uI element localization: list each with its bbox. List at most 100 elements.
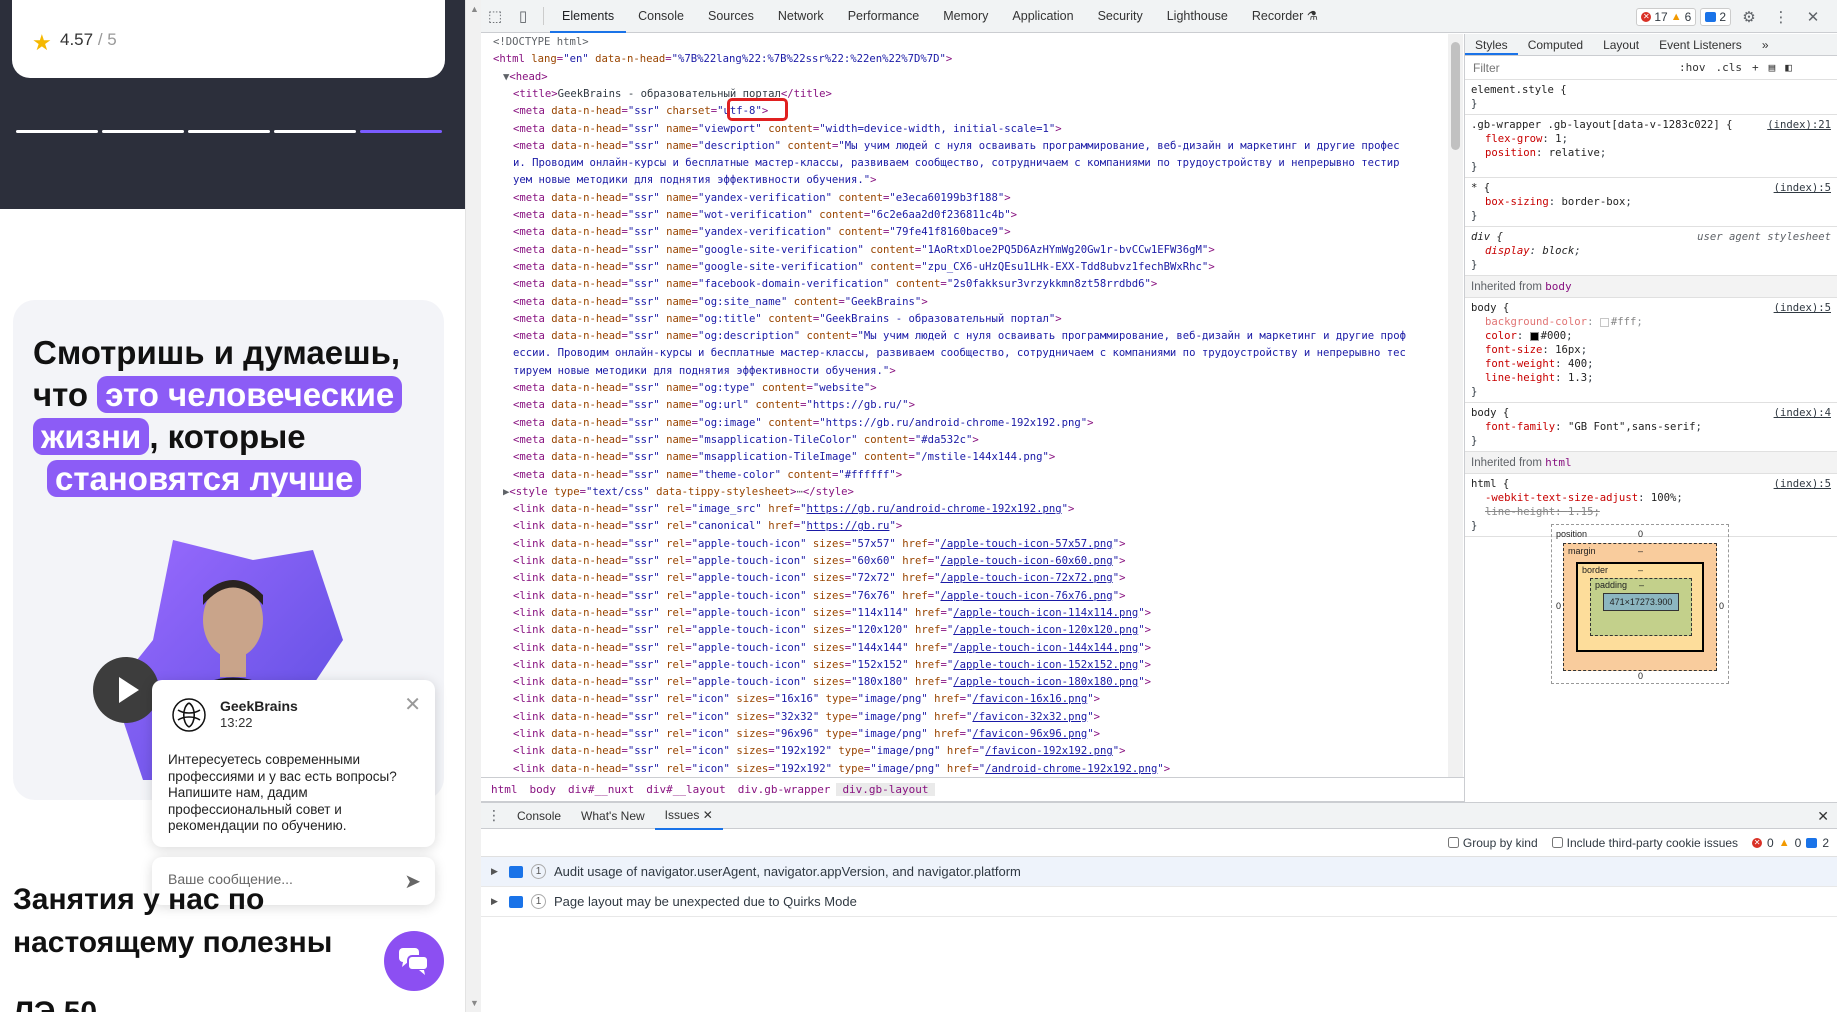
elements-scrollbar[interactable]	[1448, 34, 1463, 777]
dom-node-line[interactable]: <link data-n-head="ssr" rel="apple-touch…	[513, 674, 1151, 691]
box-model-border[interactable]: border – padding – 471×17273.900	[1576, 562, 1704, 652]
breadcrumb-item[interactable]: div#__layout	[640, 783, 731, 796]
dom-node-line[interactable]: ▼<head>	[503, 69, 548, 86]
device-toolbar-icon[interactable]: ▯	[509, 0, 537, 33]
slider-progress-segment[interactable]	[188, 130, 270, 133]
scroll-down-arrow-icon[interactable]: ▼	[470, 998, 479, 1008]
scroll-thumb[interactable]	[1451, 42, 1460, 150]
dom-node-line[interactable]: уем новые методики для поднятия эффектив…	[513, 172, 877, 189]
css-property[interactable]: background-color: #fff;	[1471, 315, 1831, 329]
dom-node-line[interactable]: тируем новые методики для поднятия эффек…	[513, 363, 896, 380]
dom-node-line[interactable]: <meta data-n-head="ssr" name="google-sit…	[513, 259, 1215, 276]
dom-node-line[interactable]: <link data-n-head="ssr" rel="apple-touch…	[513, 588, 1125, 605]
css-property[interactable]: font-weight: 400;	[1471, 357, 1831, 371]
tab-recorder[interactable]: Recorder ⚗	[1240, 0, 1330, 33]
styles-filter-input[interactable]	[1469, 60, 1669, 75]
tab-application[interactable]: Application	[1000, 0, 1085, 33]
sidebar-toggle-icon[interactable]: ◧	[1785, 61, 1792, 74]
computed-styles-icon[interactable]: ▤	[1769, 61, 1776, 74]
inherited-element[interactable]: html	[1545, 456, 1572, 469]
dom-node-line[interactable]: <link data-n-head="ssr" rel="icon" sizes…	[513, 726, 1100, 743]
page-scrollbar[interactable]: ▲ ▼	[465, 0, 481, 1012]
group-by-kind-checkbox[interactable]	[1447, 837, 1459, 848]
close-icon[interactable]: ✕	[404, 692, 421, 717]
dom-node-line[interactable]: <link data-n-head="ssr" rel="apple-touch…	[513, 536, 1125, 553]
tab-computed[interactable]: Computed	[1518, 34, 1593, 55]
dom-node-line[interactable]: <link data-n-head="ssr" rel="apple-touch…	[513, 640, 1151, 657]
tab-memory[interactable]: Memory	[931, 0, 1000, 33]
slider-progress-segment-active[interactable]	[360, 130, 442, 133]
drawer-menu-icon[interactable]: ⋮	[481, 807, 507, 824]
rule-source-link[interactable]: (index):5	[1774, 181, 1831, 195]
third-party-option[interactable]: Include third-party cookie issues	[1551, 836, 1738, 850]
dom-node-line[interactable]: <link data-n-head="ssr" rel="icon" sizes…	[513, 743, 1126, 760]
dom-node-line[interactable]: <link data-n-head="ssr" rel="canonical" …	[513, 518, 902, 535]
more-tabs-chevron[interactable]: »	[1752, 34, 1779, 55]
rule-source-link[interactable]: (index):4	[1774, 406, 1831, 420]
chat-fab-button[interactable]	[384, 931, 444, 991]
dom-node-line[interactable]: <link data-n-head="ssr" rel="image_src" …	[513, 501, 1074, 518]
inherited-element[interactable]: body	[1545, 280, 1572, 293]
inspect-element-icon[interactable]: ⬚	[481, 0, 509, 33]
play-video-button[interactable]	[93, 657, 159, 723]
color-swatch[interactable]	[1529, 331, 1539, 341]
tab-console[interactable]: Console	[626, 0, 696, 33]
third-party-checkbox[interactable]	[1551, 837, 1563, 848]
dom-node-line[interactable]: <meta data-n-head="ssr" name="yandex-ver…	[513, 190, 1011, 207]
breadcrumb-item-current[interactable]: div.gb-layout	[836, 783, 935, 796]
expand-chevron-icon[interactable]: ▶	[491, 866, 505, 877]
group-by-kind-option[interactable]: Group by kind	[1447, 836, 1538, 850]
slider-progress-segment[interactable]	[16, 130, 98, 133]
dom-node-line[interactable]: <meta data-n-head="ssr" name="og:site_na…	[513, 294, 928, 311]
dom-node-line[interactable]: <link data-n-head="ssr" rel="apple-touch…	[513, 605, 1151, 622]
drawer-tab-whats-new[interactable]: What's New	[571, 803, 655, 829]
slider-progress-segment[interactable]	[102, 130, 184, 133]
dom-node-line[interactable]: ▶<style type="text/css" data-tippy-style…	[503, 484, 854, 501]
css-property[interactable]: box-sizing: border-box;	[1471, 195, 1831, 209]
close-drawer-icon[interactable]: ✕	[1817, 808, 1829, 825]
cls-toggle[interactable]: .cls	[1716, 61, 1743, 74]
tab-security[interactable]: Security	[1086, 0, 1155, 33]
dom-node-line[interactable]: <meta data-n-head="ssr" name="viewport" …	[513, 121, 1062, 138]
dom-node-line[interactable]: <meta data-n-head="ssr" name="msapplicat…	[513, 449, 1055, 466]
css-property[interactable]: -webkit-text-size-adjust: 100%;	[1471, 491, 1831, 505]
dom-node-line[interactable]: <link data-n-head="ssr" rel="apple-touch…	[513, 553, 1125, 570]
css-property[interactable]: position: relative;	[1471, 146, 1831, 160]
dom-node-line[interactable]: <meta data-n-head="ssr" name="theme-colo…	[513, 467, 902, 484]
dom-node-line[interactable]: <html lang="en" data-n-head="%7B%22lang%…	[493, 51, 952, 68]
drawer-tab-issues[interactable]: Issues ✕	[654, 802, 723, 830]
rule-source-link[interactable]: (index):5	[1774, 301, 1831, 315]
css-property-overridden[interactable]: line-height: 1.15;	[1471, 505, 1831, 519]
css-property[interactable]: font-family: "GB Font",sans-serif;	[1471, 420, 1831, 434]
css-property[interactable]: color: #000;	[1471, 329, 1831, 343]
add-rule-icon[interactable]: +	[1752, 61, 1759, 74]
tab-performance[interactable]: Performance	[836, 0, 932, 33]
rule-source-link[interactable]: (index):21	[1767, 118, 1831, 132]
breadcrumb-item[interactable]: div#__nuxt	[562, 783, 640, 796]
tab-network[interactable]: Network	[766, 0, 836, 33]
tab-elements[interactable]: Elements	[550, 0, 627, 33]
tab-sources[interactable]: Sources	[696, 0, 766, 33]
dom-node-line[interactable]: <meta data-n-head="ssr" name="wot-verifi…	[513, 207, 1017, 224]
box-model-margin[interactable]: margin – border – padding – 471×17273.90…	[1563, 543, 1717, 671]
dom-node-line[interactable]: <meta data-n-head="ssr" name="msapplicat…	[513, 432, 979, 449]
box-model-padding[interactable]: padding – 471×17273.900	[1590, 578, 1692, 636]
dom-node-line[interactable]: <meta data-n-head="ssr" name="facebook-d…	[513, 276, 1157, 293]
dom-node-line[interactable]: <link data-n-head="ssr" rel="apple-touch…	[513, 570, 1125, 587]
more-options-icon[interactable]: ⋮	[1767, 0, 1795, 33]
scroll-up-arrow-icon[interactable]: ▲	[470, 4, 479, 14]
issue-row[interactable]: ▶ 1 Page layout may be unexpected due to…	[481, 887, 1837, 917]
info-counter[interactable]: 2	[1700, 7, 1731, 26]
dom-node-line[interactable]: <!DOCTYPE html>	[493, 34, 589, 51]
breadcrumb-item[interactable]: body	[524, 783, 563, 796]
css-property[interactable]: font-size: 16px;	[1471, 343, 1831, 357]
box-model-content[interactable]: 471×17273.900	[1603, 593, 1679, 611]
issues-counter[interactable]: ✕ 17 ▲ 6	[1636, 7, 1697, 26]
dom-node-line[interactable]: <meta data-n-head="ssr" name="og:url" co…	[513, 397, 915, 414]
tab-lighthouse[interactable]: Lighthouse	[1155, 0, 1240, 33]
breadcrumb-item[interactable]: html	[485, 783, 524, 796]
slider-progress-segment[interactable]	[274, 130, 356, 133]
dom-node-line[interactable]: <link data-n-head="ssr" rel="apple-touch…	[513, 657, 1151, 674]
css-property[interactable]: line-height: 1.3;	[1471, 371, 1831, 385]
issue-counts[interactable]: ✕ 0 ▲ 0 2	[1752, 836, 1829, 850]
